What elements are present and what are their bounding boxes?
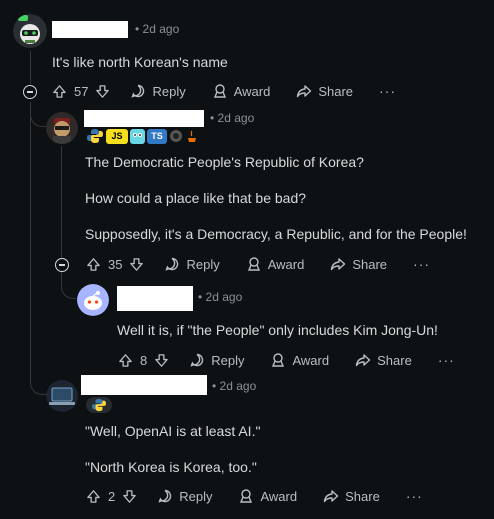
award-button[interactable]: Award: [270, 352, 329, 368]
downvote-icon[interactable]: [154, 353, 169, 368]
comment-actions: 57 Reply Award Share ···: [52, 81, 396, 101]
share-button[interactable]: Share: [355, 352, 412, 368]
comment-text: "Well, OpenAI is at least AI.": [85, 423, 261, 439]
award-button[interactable]: Award: [246, 256, 304, 272]
more-options-button[interactable]: ···: [379, 83, 396, 99]
comment-actions: 35 Reply Award Share ···: [86, 254, 430, 274]
avatar[interactable]: [13, 14, 47, 48]
more-options-button[interactable]: ···: [413, 256, 430, 272]
downvote-icon[interactable]: [122, 489, 137, 504]
more-options-button[interactable]: ···: [438, 352, 455, 368]
collapse-toggle[interactable]: [23, 85, 37, 99]
vote-count: 57: [74, 83, 89, 99]
comment-meta: • 2d ago: [198, 290, 243, 304]
award-icon: [247, 257, 260, 271]
avatar[interactable]: [46, 380, 78, 412]
comment-actions: 2 Reply Award Share ···: [86, 486, 423, 506]
collapse-icon: [59, 264, 65, 266]
timestamp[interactable]: 2d ago: [206, 290, 243, 304]
timestamp[interactable]: 2d ago: [143, 22, 180, 36]
thread-curve-4: [30, 370, 47, 395]
comment-text: How could a place like that be bad?: [85, 190, 307, 206]
share-button[interactable]: Share: [323, 488, 380, 504]
comment-text: Well it is, if "the People" only include…: [117, 322, 438, 338]
share-icon: [331, 258, 346, 271]
thread-line-root-lower: [30, 102, 31, 382]
reply-button[interactable]: Reply: [130, 83, 186, 99]
comment-meta: • 2d ago: [212, 379, 257, 393]
upvote-icon[interactable]: [118, 353, 133, 368]
comment-text: It's like north Korean's name: [52, 54, 228, 70]
thread-line-root: [30, 51, 31, 84]
username-redacted[interactable]: [52, 21, 128, 38]
comment-text: The Democratic People's Republic of Kore…: [85, 154, 364, 170]
reply-button[interactable]: Reply: [157, 488, 212, 504]
comment-actions: 8 Reply Award Share ···: [118, 350, 455, 370]
timestamp[interactable]: 2d ago: [218, 111, 255, 125]
award-button[interactable]: Award: [212, 83, 270, 99]
downvote-icon[interactable]: [95, 84, 110, 99]
award-icon: [213, 84, 226, 98]
username-redacted[interactable]: [117, 286, 193, 311]
javascript-badge: JS: [106, 128, 128, 144]
thread-curve-2: [30, 102, 47, 127]
reply-button[interactable]: Reply: [189, 352, 244, 368]
share-button[interactable]: Share: [330, 256, 387, 272]
award-icon: [272, 353, 285, 367]
reply-icon: [165, 257, 179, 271]
reply-icon: [158, 489, 172, 503]
downvote-icon[interactable]: [129, 257, 144, 272]
username-redacted[interactable]: [81, 375, 207, 395]
thread-line-2: [61, 146, 62, 258]
python-icon: [87, 129, 103, 143]
more-options-button[interactable]: ···: [406, 488, 423, 504]
username-redacted[interactable]: [84, 110, 204, 127]
flair-pill: [86, 397, 112, 413]
share-icon: [355, 354, 371, 367]
upvote-icon[interactable]: [86, 489, 101, 504]
user-flair: JS TS: [86, 128, 199, 144]
comment-meta: • 2d ago: [210, 111, 255, 125]
python-icon: [92, 398, 106, 412]
vote-count: 8: [140, 352, 148, 368]
gopher-icon: [130, 128, 145, 144]
rust-icon: [170, 130, 182, 142]
award-button[interactable]: Award: [238, 488, 297, 504]
timestamp[interactable]: 2d ago: [220, 379, 257, 393]
share-icon: [297, 85, 312, 98]
reply-icon: [190, 353, 204, 367]
collapse-toggle[interactable]: [55, 258, 69, 272]
vote-count: 35: [108, 256, 123, 272]
comment-meta: • 2d ago: [135, 22, 180, 36]
java-icon: [188, 130, 196, 142]
user-flair: [86, 397, 112, 413]
avatar[interactable]: [77, 284, 109, 316]
thread-curve-3: [61, 272, 76, 299]
comment-text: "North Korea is Korea, too.": [85, 459, 257, 475]
share-button[interactable]: Share: [296, 83, 353, 99]
reply-icon: [131, 84, 145, 98]
upvote-icon[interactable]: [52, 84, 67, 99]
reply-button[interactable]: Reply: [164, 256, 220, 272]
upvote-icon[interactable]: [86, 257, 101, 272]
award-icon: [240, 489, 253, 503]
typescript-badge: TS: [147, 128, 167, 144]
collapse-icon: [27, 91, 33, 93]
avatar[interactable]: [46, 112, 78, 144]
vote-count: 2: [108, 488, 116, 504]
share-icon: [323, 490, 339, 503]
comment-text: Supposedly, it's a Democracy, a Republic…: [85, 226, 467, 242]
